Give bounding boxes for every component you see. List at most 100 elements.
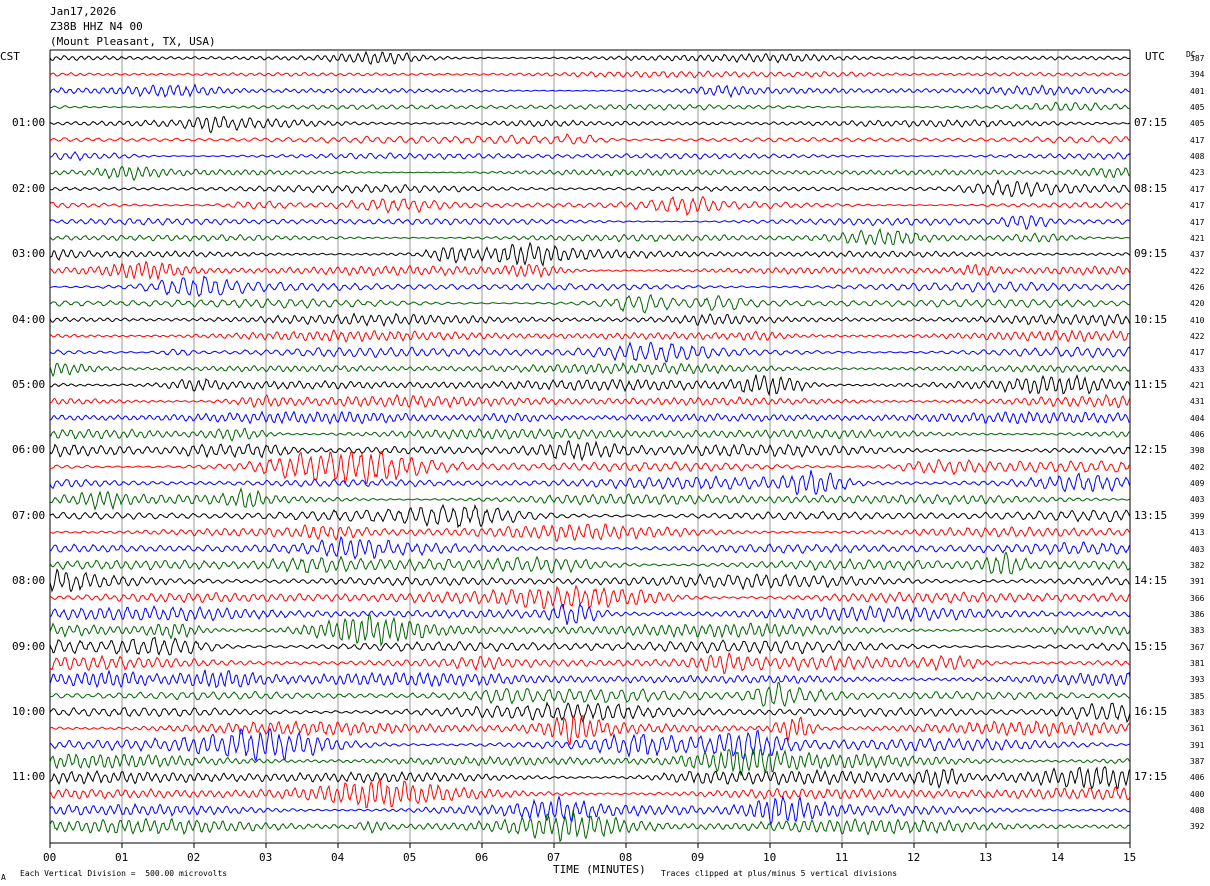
seismic-trace-line — [49, 50, 1131, 65]
seismic-trace-line — [49, 551, 1131, 575]
dc-offset-value: 423 — [1190, 168, 1205, 178]
dc-offset-value: 421 — [1190, 381, 1205, 390]
dc-offset-value: 417 — [1190, 348, 1205, 358]
x-tick-label: 03 — [259, 851, 273, 864]
x-tick-label: 05 — [403, 851, 417, 864]
dc-offset-value: 383 — [1190, 626, 1205, 636]
seismic-trace-line — [49, 151, 1131, 162]
x-tick-label: 00 — [43, 851, 57, 864]
seismic-trace-line — [49, 195, 1131, 217]
dc-offset-value: 403 — [1190, 544, 1205, 554]
seismic-trace-line — [49, 410, 1131, 425]
seismic-trace-line — [49, 450, 1131, 486]
x-tick-label: 02 — [187, 851, 201, 864]
x-tick-label: 12 — [907, 851, 921, 864]
seismic-trace-line — [49, 440, 1131, 462]
dc-offset-value: 426 — [1190, 282, 1205, 292]
utc-hour-label: 12:15 — [1134, 443, 1168, 457]
x-tick-label: 10 — [763, 851, 777, 864]
seismic-trace-line — [49, 568, 1131, 593]
utc-hour-label: 13:15 — [1134, 508, 1168, 522]
seismic-trace-line — [49, 329, 1131, 343]
dc-offset-value: 391 — [1190, 740, 1205, 750]
dc-offset-value: 393 — [1190, 675, 1205, 685]
seismic-trace-line — [49, 241, 1131, 268]
utc-hour-label: 09:15 — [1134, 247, 1168, 261]
dc-offset-value: 437 — [1190, 250, 1205, 260]
cst-hour-label: 10:00 — [12, 705, 46, 719]
seismic-trace-line — [49, 312, 1131, 327]
dc-offset-value: 406 — [1190, 773, 1205, 783]
dc-offset-value: 387 — [1190, 757, 1205, 767]
seismic-trace-line — [49, 487, 1131, 511]
dc-offset-value: 398 — [1190, 446, 1205, 456]
dc-offset-value: 361 — [1190, 724, 1205, 734]
dc-offset-value: 392 — [1190, 822, 1205, 832]
dc-offset-value: 366 — [1190, 593, 1205, 603]
seismic-trace-line — [49, 227, 1131, 246]
dc-offset-value: 394 — [1190, 70, 1205, 80]
dc-offset-value: 404 — [1190, 413, 1205, 423]
seismic-trace-line — [49, 727, 1131, 762]
dc-offset-value: 410 — [1190, 315, 1205, 325]
dc-offset-value: 409 — [1190, 479, 1205, 489]
seismic-trace-line — [49, 373, 1131, 397]
dc-offset-value: 386 — [1190, 609, 1205, 619]
x-tick-label: 11 — [835, 851, 849, 864]
dc-offset-value: 408 — [1190, 152, 1205, 162]
station-label: Z38B HHZ N4 00 — [50, 20, 143, 33]
seismic-trace-line — [49, 178, 1131, 198]
seismic-trace-line — [49, 748, 1131, 776]
seismic-trace-line — [49, 260, 1131, 281]
seismic-traces — [49, 50, 1131, 843]
cst-hour-label: 03:00 — [12, 247, 46, 261]
seismic-trace-line — [49, 636, 1131, 656]
dc-offset-value: 400 — [1190, 789, 1205, 799]
seismic-trace-line — [49, 393, 1131, 409]
dc-offset-value: 402 — [1190, 462, 1205, 472]
x-tick-label: 13 — [979, 851, 993, 864]
x-tick-label: 15 — [1123, 851, 1137, 864]
dc-offset-value: 422 — [1190, 331, 1205, 341]
seismic-trace-line — [49, 294, 1131, 314]
dc-offset-value: 367 — [1190, 642, 1205, 652]
dc-offset-value: 417 — [1190, 135, 1205, 145]
seismic-trace-line — [49, 215, 1131, 230]
seismic-trace-line — [49, 809, 1131, 843]
dc-offset-value: 421 — [1190, 233, 1205, 243]
cst-hour-label: 07:00 — [12, 508, 46, 522]
dc-offset-value: 391 — [1190, 577, 1205, 587]
utc-hour-label: 17:15 — [1134, 770, 1168, 784]
dc-offset-value: 382 — [1190, 560, 1205, 570]
utc-hour-label: 16:15 — [1134, 705, 1168, 719]
utc-hour-label: 08:15 — [1134, 181, 1168, 195]
seismic-trace-line — [49, 766, 1131, 790]
cst-hour-label: 06:00 — [12, 443, 46, 457]
dc-offset-value: 403 — [1190, 495, 1205, 505]
seismic-trace-line — [49, 652, 1131, 675]
seismic-trace-line — [49, 427, 1131, 442]
utc-hour-label: 10:15 — [1134, 312, 1168, 326]
cst-hour-label: 09:00 — [12, 639, 46, 653]
date-label: Jan17,2026 — [50, 5, 117, 18]
utc-hour-label: 07:15 — [1134, 116, 1168, 130]
seismic-trace-line — [49, 503, 1131, 529]
location-label: (Mount Pleasant, TX, USA) — [50, 35, 216, 48]
x-tick-label: 01 — [115, 851, 129, 864]
x-axis-ticks — [49, 843, 1131, 848]
seismic-trace-line — [49, 778, 1131, 809]
x-axis-title: TIME (MINUTES) — [553, 863, 646, 876]
helicorder-plot — [49, 49, 1131, 848]
dc-offset-value: 413 — [1190, 528, 1205, 538]
seismic-trace-line — [49, 535, 1131, 561]
utc-hour-label: 11:15 — [1134, 378, 1168, 391]
seismic-trace-line — [49, 701, 1131, 724]
dc-offset-value: 431 — [1190, 397, 1205, 407]
x-tick-label: 14 — [1051, 851, 1065, 864]
seismic-trace-line — [49, 70, 1130, 79]
seismic-trace-line — [49, 584, 1131, 610]
seismic-trace-line — [49, 115, 1131, 134]
dc-offset-value: 420 — [1190, 299, 1205, 309]
cst-hour-label: 05:00 — [12, 378, 46, 391]
x-tick-label: 04 — [331, 851, 345, 864]
